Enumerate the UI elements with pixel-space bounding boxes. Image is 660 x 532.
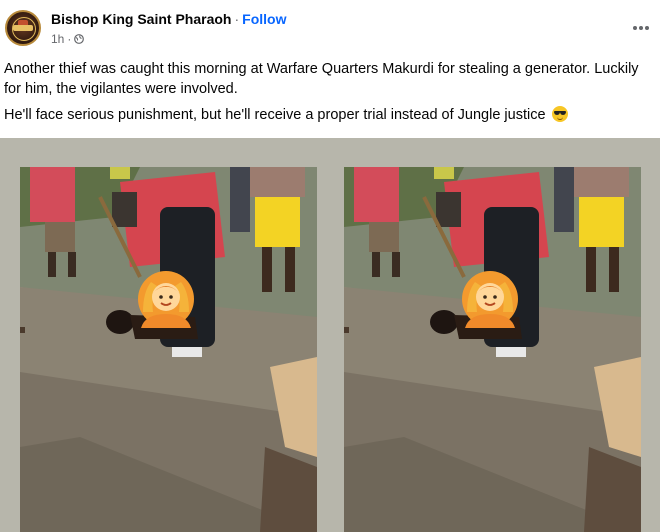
- photo-1[interactable]: [20, 167, 317, 532]
- globe-icon[interactable]: [74, 34, 85, 44]
- name-separator: ·: [234, 11, 240, 27]
- meta-separator: ·: [67, 32, 72, 46]
- post-body: Another thief was caught this morning at…: [4, 59, 654, 125]
- post-timestamp[interactable]: 1h: [51, 32, 64, 46]
- sunglasses-emoji-icon: [551, 106, 568, 122]
- post-paragraph-2: He'll face serious punishment, but he'll…: [4, 105, 654, 125]
- author-row: Bishop King Saint Pharaoh · Follow: [51, 11, 286, 27]
- author-avatar[interactable]: [5, 10, 41, 46]
- person-gesturing-ok-emoji-icon: [462, 271, 518, 328]
- post-media: [0, 138, 660, 532]
- post-header: Bishop King Saint Pharaoh · Follow 1h ·: [0, 0, 660, 56]
- post-meta: 1h ·: [51, 32, 85, 46]
- photo-2[interactable]: [344, 167, 641, 532]
- author-name[interactable]: Bishop King Saint Pharaoh: [51, 11, 231, 27]
- post-paragraph-2-text: He'll face serious punishment, but he'll…: [4, 107, 546, 123]
- post-paragraph-1: Another thief was caught this morning at…: [4, 61, 639, 97]
- person-gesturing-ok-emoji-icon: [138, 271, 194, 328]
- follow-button[interactable]: Follow: [242, 11, 286, 27]
- more-options-icon[interactable]: [631, 18, 651, 38]
